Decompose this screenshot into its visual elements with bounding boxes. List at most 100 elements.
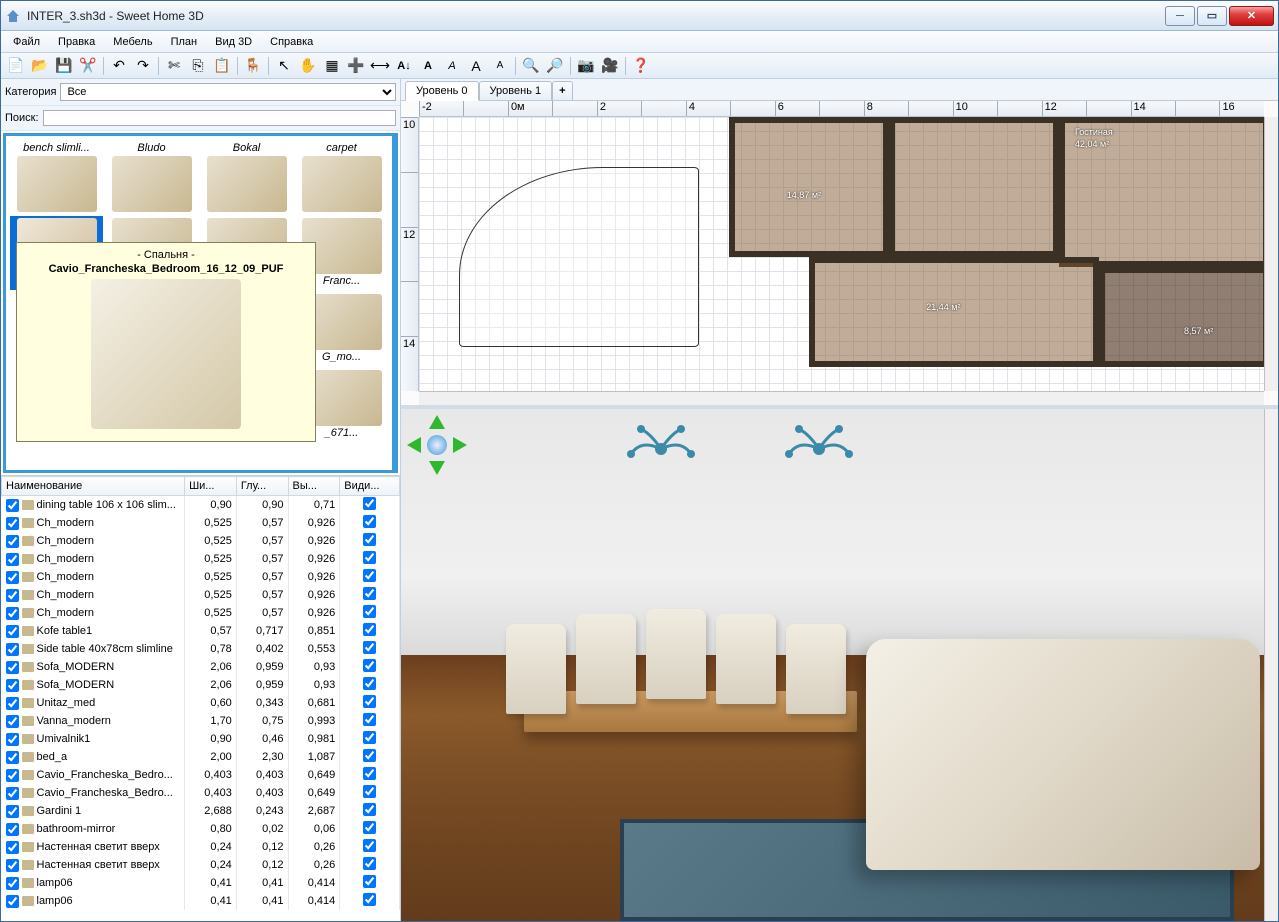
undo-icon[interactable]: ↶ [108, 55, 130, 77]
paste-icon[interactable]: 📋 [211, 55, 233, 77]
visible-checkbox[interactable] [363, 875, 376, 888]
table-row[interactable]: lamp060,410,410,414 [2, 874, 400, 892]
row-checkbox[interactable] [6, 643, 19, 656]
table-row[interactable]: Ch_modern0,5250,570,926 [2, 568, 400, 586]
plan-scrollbar-v[interactable] [1264, 117, 1278, 391]
maximize-button[interactable]: ▭ [1197, 6, 1227, 26]
new-icon[interactable]: 📄 [5, 55, 27, 77]
row-checkbox[interactable] [6, 535, 19, 548]
plan-canvas[interactable]: 14,87 м² Гостиная 42,04 м² 21,44 м² [419, 117, 1264, 391]
visible-checkbox[interactable] [363, 713, 376, 726]
row-checkbox[interactable] [6, 733, 19, 746]
visible-checkbox[interactable] [363, 767, 376, 780]
table-row[interactable]: Umivalnik10,900,460,981 [2, 730, 400, 748]
catalog-item[interactable]: Bokal [200, 140, 293, 214]
nav-up-icon[interactable] [429, 415, 445, 429]
table-row[interactable]: Ch_modern0,5250,570,926 [2, 550, 400, 568]
catalog-item[interactable]: bench slimli... [10, 140, 103, 214]
visible-checkbox[interactable] [363, 605, 376, 618]
visible-checkbox[interactable] [363, 587, 376, 600]
col-depth[interactable]: Глу... [236, 477, 288, 496]
table-row[interactable]: Cavio_Francheska_Bedro...0,4030,4030,649 [2, 766, 400, 784]
select-icon[interactable]: ↖ [273, 55, 295, 77]
visible-checkbox[interactable] [363, 857, 376, 870]
pan-icon[interactable]: ✋ [297, 55, 319, 77]
3d-scrollbar-v[interactable] [1264, 409, 1278, 921]
visible-checkbox[interactable] [363, 497, 376, 510]
plan-room-center[interactable]: 21,44 м² [809, 257, 1099, 367]
row-checkbox[interactable] [6, 769, 19, 782]
search-input[interactable] [43, 110, 396, 126]
col-height[interactable]: Вы... [288, 477, 340, 496]
plan-scrollbar-h[interactable] [419, 391, 1264, 405]
save-icon[interactable]: 💾 [53, 55, 75, 77]
copy-icon[interactable]: ⎘ [187, 55, 209, 77]
table-row[interactable]: Ch_modern0,5250,570,926 [2, 604, 400, 622]
row-checkbox[interactable] [6, 859, 19, 872]
video-icon[interactable]: 🎥 [599, 55, 621, 77]
visible-checkbox[interactable] [363, 821, 376, 834]
cut-icon[interactable]: ✄ [163, 55, 185, 77]
row-checkbox[interactable] [6, 841, 19, 854]
furniture-catalog[interactable]: bench slimli... Bludo Bokal carpet Ca...… [3, 133, 398, 473]
text-icon[interactable]: A↓ [393, 55, 415, 77]
table-row[interactable]: Ch_modern0,5250,570,926 [2, 586, 400, 604]
menu-edit[interactable]: Правка [50, 33, 103, 51]
menu-file[interactable]: Файл [5, 33, 48, 51]
table-row[interactable]: Side table 40x78cm slimline0,780,4020,55… [2, 640, 400, 658]
visible-checkbox[interactable] [363, 569, 376, 582]
visible-checkbox[interactable] [363, 533, 376, 546]
table-row[interactable]: Ch_modern0,5250,570,926 [2, 514, 400, 532]
table-row[interactable]: Sofa_MODERN2,060,9590,93 [2, 676, 400, 694]
col-width[interactable]: Ши... [185, 477, 237, 496]
table-row[interactable]: Sofa_MODERN2,060,9590,93 [2, 658, 400, 676]
row-checkbox[interactable] [6, 697, 19, 710]
visible-checkbox[interactable] [363, 641, 376, 654]
col-visible[interactable]: Види... [340, 477, 400, 496]
table-row[interactable]: Настенная светит вверх0,240,120,26 [2, 838, 400, 856]
wall-icon[interactable]: ▦ [321, 55, 343, 77]
row-checkbox[interactable] [6, 787, 19, 800]
visible-checkbox[interactable] [363, 839, 376, 852]
plan-view[interactable]: -20м246810121416 101214 14,87 м² Гостина… [401, 101, 1278, 405]
text-small-icon[interactable]: A [489, 55, 511, 77]
col-name[interactable]: Наименование [2, 477, 185, 496]
redo-icon[interactable]: ↷ [132, 55, 154, 77]
plan-room-living[interactable]: Гостиная 42,04 м² [1059, 117, 1269, 267]
close-button[interactable]: ✕ [1229, 6, 1274, 26]
row-checkbox[interactable] [6, 715, 19, 728]
visible-checkbox[interactable] [363, 893, 376, 906]
zoom-out-icon[interactable]: 🔎 [544, 55, 566, 77]
plan-room-dining[interactable]: 14,87 м² [729, 117, 889, 257]
furniture-list[interactable]: Наименование Ши... Глу... Вы... Види... … [1, 475, 400, 921]
table-row[interactable]: lamp060,410,410,414 [2, 892, 400, 910]
photo-icon[interactable]: 📷 [575, 55, 597, 77]
visible-checkbox[interactable] [363, 731, 376, 744]
nav-center-icon[interactable] [427, 435, 447, 455]
add-furniture-icon[interactable]: 🪑 [242, 55, 264, 77]
row-checkbox[interactable] [6, 589, 19, 602]
table-row[interactable]: Ch_modern0,5250,570,926 [2, 532, 400, 550]
minimize-button[interactable]: ─ [1165, 6, 1195, 26]
menu-help[interactable]: Справка [262, 33, 321, 51]
open-icon[interactable]: 📂 [29, 55, 51, 77]
room-icon[interactable]: ➕ [345, 55, 367, 77]
text-size-icon[interactable]: A [465, 55, 487, 77]
visible-checkbox[interactable] [363, 803, 376, 816]
row-checkbox[interactable] [6, 895, 19, 908]
zoom-in-icon[interactable]: 🔍 [520, 55, 542, 77]
visible-checkbox[interactable] [363, 695, 376, 708]
menu-plan[interactable]: План [163, 33, 206, 51]
category-select[interactable]: Все [60, 83, 396, 101]
visible-checkbox[interactable] [363, 785, 376, 798]
text-bold-icon[interactable]: A [417, 55, 439, 77]
text-italic-icon[interactable]: A [441, 55, 463, 77]
catalog-item[interactable]: Bludo [105, 140, 198, 214]
row-checkbox[interactable] [6, 607, 19, 620]
table-row[interactable]: bed_a2,002,301,087 [2, 748, 400, 766]
table-row[interactable]: dining table 106 x 106 slim...0,900,900,… [2, 496, 400, 515]
row-checkbox[interactable] [6, 625, 19, 638]
table-row[interactable]: Kofe table10,570,7170,851 [2, 622, 400, 640]
visible-checkbox[interactable] [363, 659, 376, 672]
dimension-icon[interactable]: ⟷ [369, 55, 391, 77]
